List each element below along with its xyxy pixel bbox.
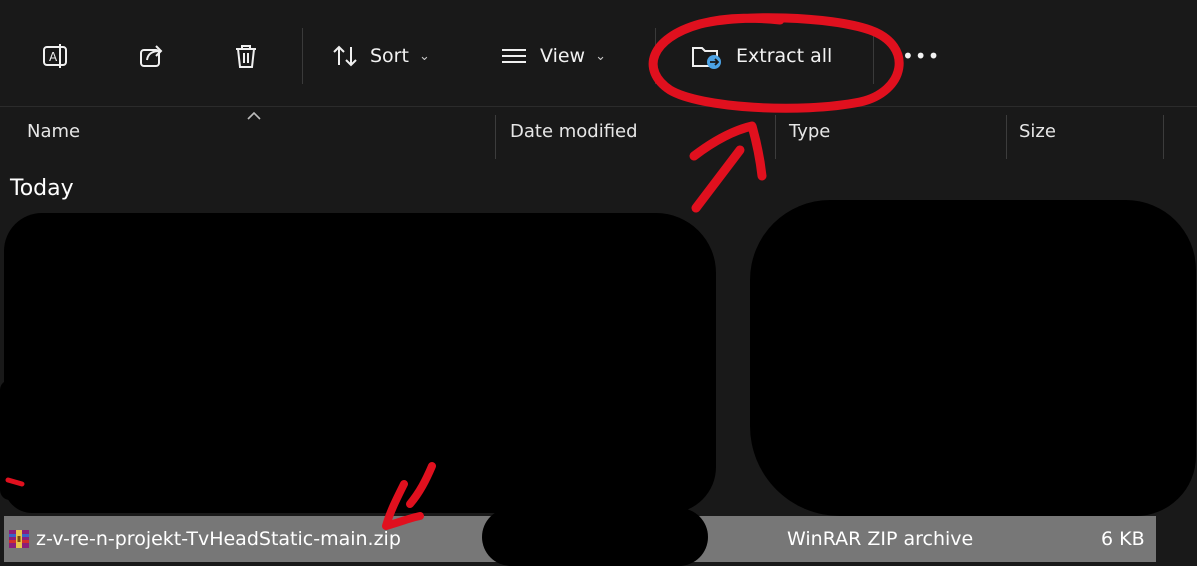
delete-button[interactable]	[231, 34, 261, 78]
toolbar-separator	[655, 28, 656, 84]
rename-button[interactable]: A	[40, 34, 70, 78]
column-divider[interactable]	[775, 115, 776, 159]
svg-text:A: A	[49, 50, 58, 64]
more-options-button[interactable]: •••	[902, 34, 940, 78]
extract-folder-icon	[692, 47, 721, 69]
sort-button[interactable]: Sort ⌄	[332, 34, 430, 78]
redaction-scribble	[750, 200, 1196, 516]
rename-icon: A	[43, 44, 67, 68]
toolbar-separator	[873, 28, 874, 84]
extract-all-button[interactable]: Extract all	[690, 34, 832, 78]
column-header-name[interactable]: Name	[27, 121, 80, 142]
more-options-icon: •••	[902, 44, 941, 68]
file-row-selected[interactable]: z-v-re-n-projekt-TvHeadStatic-main.zip W…	[4, 508, 1156, 566]
chevron-down-icon: ⌄	[418, 48, 430, 64]
column-header-size[interactable]: Size	[1019, 121, 1056, 142]
view-button[interactable]: View ⌄	[500, 34, 606, 78]
winrar-archive-icon	[9, 530, 29, 548]
file-type: WinRAR ZIP archive	[787, 528, 974, 550]
share-button[interactable]	[136, 34, 166, 78]
group-header-today[interactable]: Today	[10, 176, 74, 201]
sort-label: Sort	[370, 45, 409, 67]
column-header-type[interactable]: Type	[789, 121, 830, 142]
redaction-scribble	[0, 380, 60, 500]
file-name: z-v-re-n-projekt-TvHeadStatic-main.zip	[36, 528, 401, 550]
file-size: 6 KB	[1101, 528, 1145, 550]
command-bar: A Sort ⌄ View ⌄ Extract all •••	[0, 0, 1197, 105]
share-icon	[140, 45, 163, 67]
view-label: View	[540, 45, 586, 67]
trash-icon	[236, 45, 256, 68]
extract-all-label: Extract all	[736, 45, 833, 67]
sort-ascending-icon	[247, 111, 261, 120]
view-lines-icon	[502, 49, 526, 63]
sort-arrows-icon	[333, 45, 357, 67]
column-divider[interactable]	[1006, 115, 1007, 159]
column-header-row: Name Date modified Type Size	[0, 106, 1197, 161]
column-divider[interactable]	[495, 115, 496, 159]
redaction-scribble	[482, 508, 708, 566]
chevron-down-icon: ⌄	[595, 48, 606, 64]
redaction-scribble	[4, 213, 716, 513]
column-divider[interactable]	[1163, 115, 1164, 159]
column-header-date-modified[interactable]: Date modified	[510, 121, 638, 142]
toolbar-separator	[302, 28, 303, 84]
